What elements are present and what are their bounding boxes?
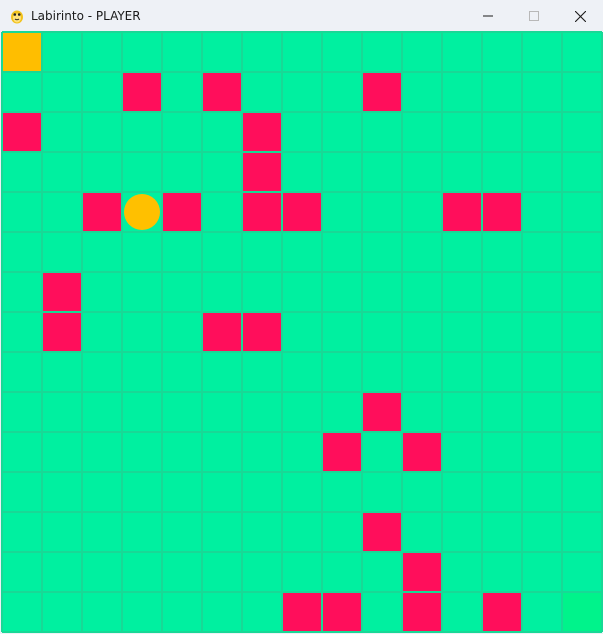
window-title: Labirinto - PLAYER <box>31 9 141 23</box>
grid-line-vertical <box>161 32 163 632</box>
wall-cell <box>43 273 81 311</box>
close-button[interactable] <box>557 0 603 32</box>
maze-board[interactable] <box>1 31 603 633</box>
game-window: Labirinto - PLAYER <box>0 0 603 634</box>
grid-line-horizontal <box>2 551 602 553</box>
grid-line-vertical <box>321 32 323 632</box>
grid-line-vertical <box>121 32 123 632</box>
minimize-icon <box>483 15 493 17</box>
maximize-button[interactable] <box>511 0 557 32</box>
title-bar[interactable]: Labirinto - PLAYER <box>0 0 603 32</box>
grid-line-horizontal <box>2 471 602 473</box>
wall-cell <box>243 113 281 151</box>
grid-line-horizontal <box>2 431 602 433</box>
wall-cell <box>283 593 321 631</box>
wall-cell <box>483 193 521 231</box>
grid-line-vertical <box>481 32 483 632</box>
grid-line-horizontal <box>2 231 602 233</box>
wall-cell <box>203 73 241 111</box>
wall-cell <box>363 73 401 111</box>
grid-line-horizontal <box>2 351 602 353</box>
wall-cell <box>323 433 361 471</box>
grid-line-horizontal <box>2 311 602 313</box>
wall-cell <box>363 513 401 551</box>
wall-cell <box>443 193 481 231</box>
wall-cell <box>83 193 121 231</box>
grid-line-vertical <box>281 32 283 632</box>
goal-cell <box>563 593 601 631</box>
wall-cell <box>123 73 161 111</box>
minimize-button[interactable] <box>465 0 511 32</box>
maximize-icon <box>529 11 539 21</box>
grid-line-vertical <box>81 32 83 632</box>
grid-line-horizontal <box>2 271 602 273</box>
grid-line-vertical <box>561 32 563 632</box>
start-cell <box>3 33 41 71</box>
grid-line-horizontal <box>2 31 602 33</box>
wall-cell <box>3 113 41 151</box>
grid-line-horizontal <box>2 111 602 113</box>
wall-cell <box>243 193 281 231</box>
grid-line-horizontal <box>2 631 602 633</box>
wall-cell <box>163 193 201 231</box>
grid-line-vertical <box>521 32 523 632</box>
grid-line-horizontal <box>2 151 602 153</box>
player-token[interactable] <box>124 194 160 230</box>
wall-cell <box>403 593 441 631</box>
close-icon <box>574 10 586 22</box>
grid-line-vertical <box>401 32 403 632</box>
wall-cell <box>483 593 521 631</box>
wall-cell <box>403 433 441 471</box>
wall-cell <box>323 593 361 631</box>
wall-cell <box>283 193 321 231</box>
wall-cell <box>43 313 81 351</box>
grid-line-vertical <box>441 32 443 632</box>
grid-line-horizontal <box>2 511 602 513</box>
pygame-snake-icon <box>11 10 23 24</box>
wall-cell <box>243 153 281 191</box>
wall-cell <box>243 313 281 351</box>
wall-cell <box>363 393 401 431</box>
wall-cell <box>403 553 441 591</box>
wall-cell <box>203 313 241 351</box>
grid-line-horizontal <box>2 71 602 73</box>
grid-line-horizontal <box>2 391 602 393</box>
